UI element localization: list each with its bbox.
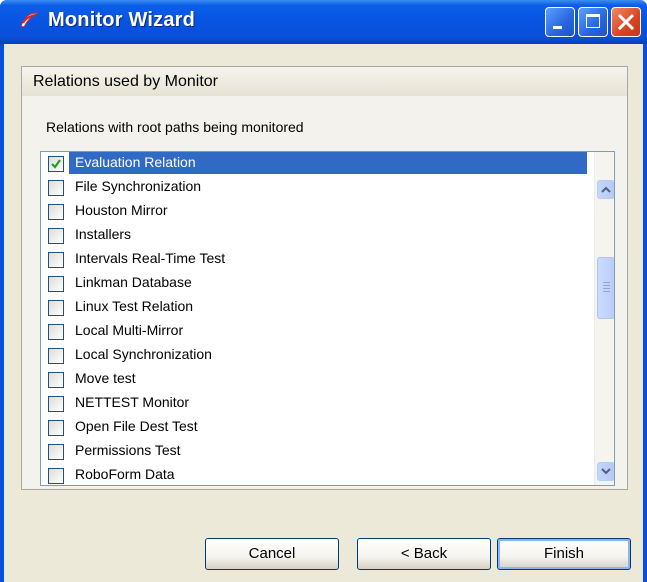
scroll-up-button[interactable] [597,180,614,199]
monitor-wizard-window: Monitor Wizard Relations used by Monitor… [0,0,647,582]
close-button[interactable] [611,7,641,37]
finish-button[interactable]: Finish [497,538,631,570]
relation-checkbox[interactable] [48,252,64,268]
back-button[interactable]: < Back [357,538,491,570]
relation-label: Houston Mirror [75,202,168,218]
list-item[interactable]: Linkman Database [41,272,591,296]
relation-label: RoboForm Data [75,466,175,482]
relation-checkbox[interactable] [48,180,64,196]
relation-checkbox[interactable] [48,396,64,412]
list-item[interactable]: Evaluation Relation [41,152,591,176]
list-item[interactable]: File Synchronization [41,176,591,200]
cancel-button[interactable]: Cancel [205,538,339,570]
relations-checklist[interactable]: RoboForm Data Permissions Test Open File D… [40,151,615,486]
relation-checkbox[interactable] [48,348,64,364]
relation-checkbox[interactable] [48,420,64,436]
relation-checkbox[interactable] [48,156,64,172]
list-item[interactable]: Houston Mirror [41,200,591,224]
vertical-scrollbar[interactable] [594,152,614,485]
relation-label: Linux Test Relation [75,298,194,314]
grip-line [603,291,610,292]
close-icon [617,13,635,31]
relation-checkbox[interactable] [48,204,64,220]
relation-label: Local Synchronization [75,346,212,362]
page-header: Relations used by Monitor [21,66,628,97]
relation-label: File Synchronization [75,178,202,194]
relation-checkbox[interactable] [48,228,64,244]
list-caption: Relations with root paths being monitore… [46,119,304,135]
relation-checkbox[interactable] [48,300,64,316]
scroll-down-button[interactable] [597,462,614,481]
monitor-app-icon [18,11,40,31]
chevron-down-icon [601,468,611,475]
grip-line [603,288,610,289]
relation-label: Evaluation Relation [75,154,196,170]
chevron-up-icon [601,186,611,193]
relation-label: Intervals Real-Time Test [75,250,226,266]
relation-checkbox[interactable] [48,372,64,388]
maximize-button[interactable] [578,7,608,37]
title-bar[interactable]: Monitor Wizard [0,0,647,44]
minimize-button[interactable] [545,7,575,37]
relation-checkbox[interactable] [48,468,64,484]
relation-label: Move test [75,370,136,386]
list-item[interactable]: Installers [41,224,591,248]
grip-line [603,282,610,283]
relation-checkbox[interactable] [48,276,64,292]
list-item[interactable]: Intervals Real-Time Test [41,248,591,272]
relation-label: NETTEST Monitor [75,394,190,410]
relation-label: Linkman Database [75,274,192,290]
list-item[interactable]: RoboForm Data [41,464,591,485]
page-title: Relations used by Monitor [33,73,218,90]
grip-line [603,285,610,286]
relation-label: Installers [75,226,132,242]
list-item[interactable]: Linux Test Relation [41,296,591,320]
scroll-thumb[interactable] [597,257,614,319]
relation-label: Local Multi-Mirror [75,322,184,338]
relation-checkbox[interactable] [48,444,64,460]
list-item[interactable]: Permissions Test [41,440,591,464]
checkmark-icon [51,159,61,169]
list-item[interactable]: Local Synchronization [41,344,591,368]
list-item[interactable]: NETTEST Monitor [41,392,591,416]
window-title: Monitor Wizard [48,9,196,31]
relation-checkbox[interactable] [48,324,64,340]
list-item[interactable]: Open File Dest Test [41,416,591,440]
list-item[interactable]: Local Multi-Mirror [41,320,591,344]
relation-label: Open File Dest Test [75,418,198,434]
relation-label: Permissions Test [75,442,181,458]
list-item[interactable]: Move test [41,368,591,392]
